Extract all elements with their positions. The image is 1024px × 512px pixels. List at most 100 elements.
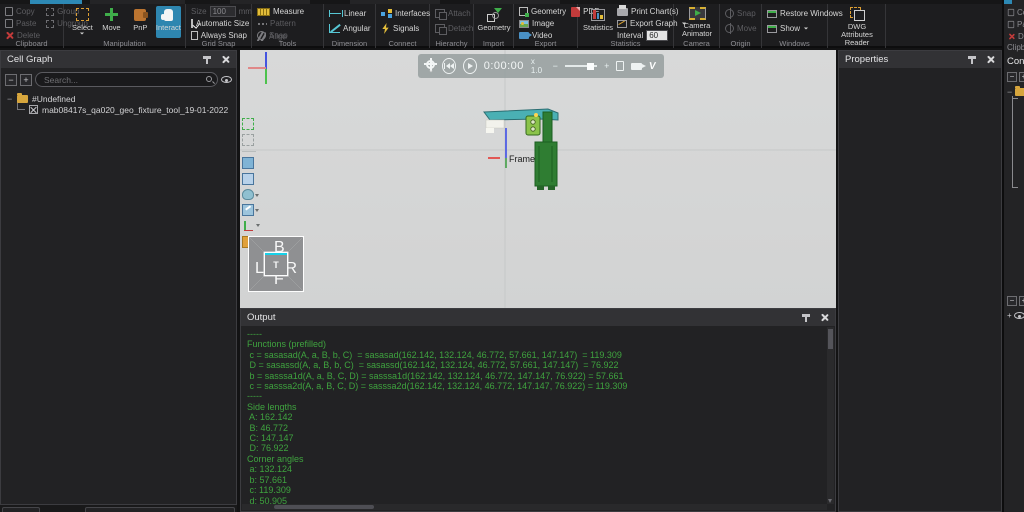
camera-animator-button[interactable]: Camera Animator bbox=[679, 6, 715, 38]
output-horizontal-scrollbar[interactable] bbox=[242, 504, 827, 510]
scroll-down-arrow-icon[interactable] bbox=[828, 499, 832, 503]
search-input[interactable] bbox=[44, 74, 201, 85]
record-icon[interactable] bbox=[631, 62, 647, 70]
detach-button[interactable]: Detach bbox=[435, 23, 473, 35]
attach-button[interactable]: Attach bbox=[435, 8, 471, 20]
ribbon-group-dwg: DWG Attributes Reader bbox=[828, 4, 886, 48]
console-line: ----- bbox=[247, 391, 262, 402]
export-geometry-button[interactable]: Geometry bbox=[519, 6, 566, 17]
origin-move-button[interactable]: Move bbox=[725, 23, 757, 34]
output-console[interactable]: ----- Functions (prefilled) c = sasasad(A… bbox=[242, 327, 827, 504]
pattern-button[interactable]: Pattern bbox=[270, 19, 296, 28]
dwg-attributes-reader-button[interactable]: DWG Attributes Reader bbox=[833, 6, 881, 47]
move-button[interactable]: Move bbox=[98, 6, 125, 38]
speed-slider[interactable] bbox=[564, 62, 598, 70]
render-mode-button[interactable] bbox=[242, 189, 259, 200]
console-line: Side lengths bbox=[247, 401, 297, 412]
ribbon-group-camera: Camera Animator Camera bbox=[674, 4, 720, 48]
view-direction-button[interactable] bbox=[242, 204, 259, 216]
simulation-speed: x 1.0 bbox=[530, 57, 543, 75]
automatic-size-checkbox[interactable] bbox=[191, 19, 193, 28]
origin-snap-button[interactable]: Snap bbox=[725, 8, 757, 19]
group-icon bbox=[46, 7, 55, 16]
speed-decrease-button[interactable]: − bbox=[553, 61, 558, 71]
docked-panel-edges bbox=[0, 505, 237, 512]
console-line: D = sasassd(A, a, B, b, C) = sasassd(162… bbox=[247, 360, 619, 371]
measure-button[interactable]: Measure bbox=[273, 7, 304, 16]
center-view-button[interactable] bbox=[242, 134, 254, 146]
view-cube[interactable]: B L R F T bbox=[248, 236, 304, 292]
export-image-button[interactable]: Image bbox=[519, 18, 573, 29]
group-label-clipboard: Clipboard bbox=[15, 39, 48, 48]
paste-icon bbox=[1007, 20, 1015, 29]
show-button[interactable]: Show bbox=[767, 23, 823, 34]
close-icon[interactable] bbox=[986, 55, 995, 64]
coordinate-axes-button[interactable] bbox=[242, 220, 260, 232]
close-icon[interactable] bbox=[221, 55, 230, 64]
properties-title: Properties bbox=[845, 54, 889, 65]
search-box[interactable] bbox=[35, 72, 218, 87]
automatic-size-checkbox-row[interactable]: Automatic Size bbox=[191, 18, 249, 29]
size-input[interactable] bbox=[209, 6, 236, 17]
statistics-icon bbox=[591, 8, 605, 21]
scrollbar-thumb[interactable] bbox=[828, 329, 833, 349]
close-icon[interactable] bbox=[820, 313, 829, 322]
restore-windows-button[interactable]: Restore Windows bbox=[767, 8, 843, 19]
import-geometry-button[interactable]: Geometry bbox=[478, 6, 510, 38]
paste-button[interactable]: Paste bbox=[5, 18, 40, 29]
scrollbar-thumb[interactable] bbox=[274, 505, 374, 509]
gear-icon bbox=[424, 57, 437, 71]
interact-hand-icon bbox=[160, 8, 173, 21]
orthographic-view-button[interactable] bbox=[242, 173, 254, 185]
viewport-3d[interactable]: Frame 0:00:00 x 1.0 − + V B L R F T bbox=[240, 50, 836, 308]
group-label-windows: Windows bbox=[779, 39, 810, 48]
origin-snap-icon bbox=[725, 8, 734, 19]
component-checkbox[interactable] bbox=[29, 105, 38, 114]
output-vertical-scrollbar[interactable] bbox=[827, 327, 834, 504]
simulation-settings-button[interactable] bbox=[424, 57, 437, 73]
adjacent-window-fragment: Co Pa De Clipb Con −+ − −+ + bbox=[1002, 0, 1024, 512]
select-button[interactable]: Select bbox=[69, 6, 96, 38]
interfaces-button[interactable]: Interfaces bbox=[381, 8, 430, 19]
collapse-all-button[interactable]: − bbox=[5, 73, 17, 86]
group-label-connect: Connect bbox=[388, 39, 417, 48]
select-dropdown-caret[interactable] bbox=[80, 32, 85, 35]
expander-icon[interactable]: − bbox=[7, 94, 13, 104]
report-icon[interactable] bbox=[616, 61, 625, 71]
reset-button[interactable] bbox=[442, 58, 456, 74]
visibility-eye-icon[interactable] bbox=[221, 76, 232, 83]
expand-all-button[interactable]: + bbox=[20, 73, 32, 86]
pin-icon[interactable] bbox=[968, 55, 976, 64]
interact-button[interactable]: Interact bbox=[155, 6, 181, 38]
tree-node-undefined[interactable]: − #Undefined bbox=[7, 92, 236, 104]
folder-icon bbox=[1015, 86, 1024, 96]
pnp-button[interactable]: PnP bbox=[127, 6, 154, 38]
export-graph-icon bbox=[617, 19, 627, 28]
paste-icon bbox=[5, 19, 13, 28]
console-line: ----- bbox=[247, 329, 262, 339]
pin-icon[interactable] bbox=[802, 313, 810, 322]
ribbon-group-statistics: Statistics Print Chart(s) Export Graph I… bbox=[578, 4, 686, 48]
angular-icon bbox=[329, 24, 340, 33]
pin-icon[interactable] bbox=[203, 55, 211, 64]
tree-node-component[interactable]: mab08417s_qa020_geo_fixture_tool_19-01-2… bbox=[7, 99, 236, 115]
ribbon-group-windows: Restore Windows Show Windows bbox=[762, 4, 843, 48]
view-cube-top[interactable]: T bbox=[264, 252, 288, 276]
tree-lines bbox=[1012, 96, 1018, 188]
attach-icon bbox=[435, 9, 447, 20]
linear-button[interactable]: Linear bbox=[329, 8, 371, 19]
fit-view-button[interactable] bbox=[242, 118, 254, 130]
perspective-view-button[interactable] bbox=[242, 157, 254, 169]
signals-button[interactable]: Signals bbox=[381, 23, 425, 34]
play-button[interactable] bbox=[462, 58, 477, 74]
statistics-button[interactable]: Statistics bbox=[583, 6, 613, 38]
speed-increase-button[interactable]: + bbox=[604, 61, 609, 71]
tree-node-label: mab08417s_qa020_geo_fixture_tool_19-01-2… bbox=[42, 104, 229, 115]
simulation-time: 0:00:00 bbox=[483, 60, 524, 72]
image-icon bbox=[519, 19, 529, 28]
adjacent-panel-title: Con bbox=[1007, 56, 1024, 67]
console-line: c = sasasad(A, a, B, b, C) = sasasad(162… bbox=[247, 349, 622, 360]
angular-button[interactable]: Angular bbox=[329, 23, 371, 34]
copy-button[interactable]: Copy bbox=[5, 6, 40, 17]
console-line: d: 50.905 bbox=[247, 495, 288, 505]
